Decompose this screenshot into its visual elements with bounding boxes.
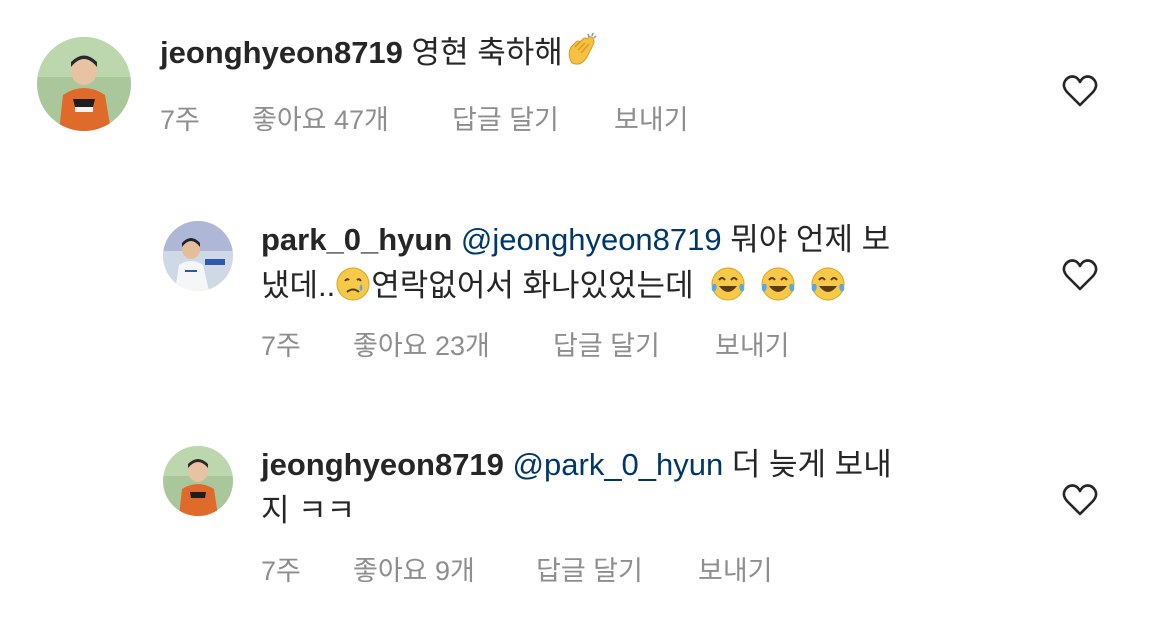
comment-likes[interactable]: 좋아요 9개 <box>353 549 536 588</box>
avatar-image <box>163 221 233 291</box>
comment-username[interactable]: park_0_hyun <box>261 222 452 257</box>
crying-face-icon <box>335 266 371 302</box>
comment-body: 냈데.. <box>261 268 336 303</box>
comment-body: 연락없어서 화나있었는데 <box>371 268 694 303</box>
comment-body: 더 늦게 보내 <box>731 447 892 482</box>
comment-body: 영현 축하해 <box>411 35 563 70</box>
clapping-hands-icon <box>563 33 599 69</box>
reply-button[interactable]: 답글 달기 <box>553 324 715 363</box>
avatar[interactable] <box>37 37 131 131</box>
comment-body: 지 ㅋㅋ <box>261 493 356 528</box>
comment-meta: 7주 좋아요 23개 답글 달기 보내기 <box>261 324 790 363</box>
comment-likes[interactable]: 좋아요 23개 <box>353 324 553 363</box>
reply-button[interactable]: 답글 달기 <box>536 549 698 588</box>
comment-time: 7주 <box>261 556 301 586</box>
avatar-image <box>37 37 131 131</box>
comment-mention[interactable]: @park_0_hyun <box>513 447 724 482</box>
comment-username[interactable]: jeonghyeon8719 <box>160 35 403 70</box>
reply-button[interactable]: 답글 달기 <box>452 98 614 137</box>
tears-of-joy-icon <box>760 266 796 302</box>
comment-time: 7주 <box>261 331 301 361</box>
like-heart-icon[interactable] <box>1061 258 1099 292</box>
send-button[interactable]: 보내기 <box>698 549 773 588</box>
comment-item: park_0_hyun @jeonghyeon8719 뭐야 언제 보 냈데.. … <box>0 200 1170 400</box>
tears-of-joy-icon <box>810 266 846 302</box>
like-heart-icon[interactable] <box>1061 74 1099 108</box>
comment-likes[interactable]: 좋아요 47개 <box>252 98 452 137</box>
send-button[interactable]: 보내기 <box>715 324 790 363</box>
avatar-image <box>163 446 233 516</box>
comment-body: 뭐야 언제 보 <box>730 222 891 257</box>
comment-text: park_0_hyun @jeonghyeon8719 뭐야 언제 보 냈데.. … <box>261 217 1051 309</box>
tears-of-joy-icon <box>710 266 746 302</box>
like-heart-icon[interactable] <box>1061 483 1099 517</box>
avatar[interactable] <box>163 221 233 291</box>
send-button[interactable]: 보내기 <box>614 98 689 137</box>
comment-item: jeonghyeon8719 영현 축하해 7주 좋아요 47개 답글 달기 보… <box>0 0 1170 180</box>
avatar[interactable] <box>163 446 233 516</box>
comment-time: 7주 <box>160 105 200 135</box>
comment-username[interactable]: jeonghyeon8719 <box>261 447 504 482</box>
comment-text: jeonghyeon8719 영현 축하해 <box>160 30 1040 76</box>
comment-text: jeonghyeon8719 @park_0_hyun 더 늦게 보내지 ㅋㅋ <box>261 442 1051 534</box>
comment-meta: 7주 좋아요 9개 답글 달기 보내기 <box>261 549 773 588</box>
comment-item: jeonghyeon8719 @park_0_hyun 더 늦게 보내 지 ㅋㅋ … <box>0 425 1170 625</box>
comment-mention[interactable]: @jeonghyeon8719 <box>461 222 722 257</box>
comment-meta: 7주 좋아요 47개 답글 달기 보내기 <box>160 98 689 137</box>
